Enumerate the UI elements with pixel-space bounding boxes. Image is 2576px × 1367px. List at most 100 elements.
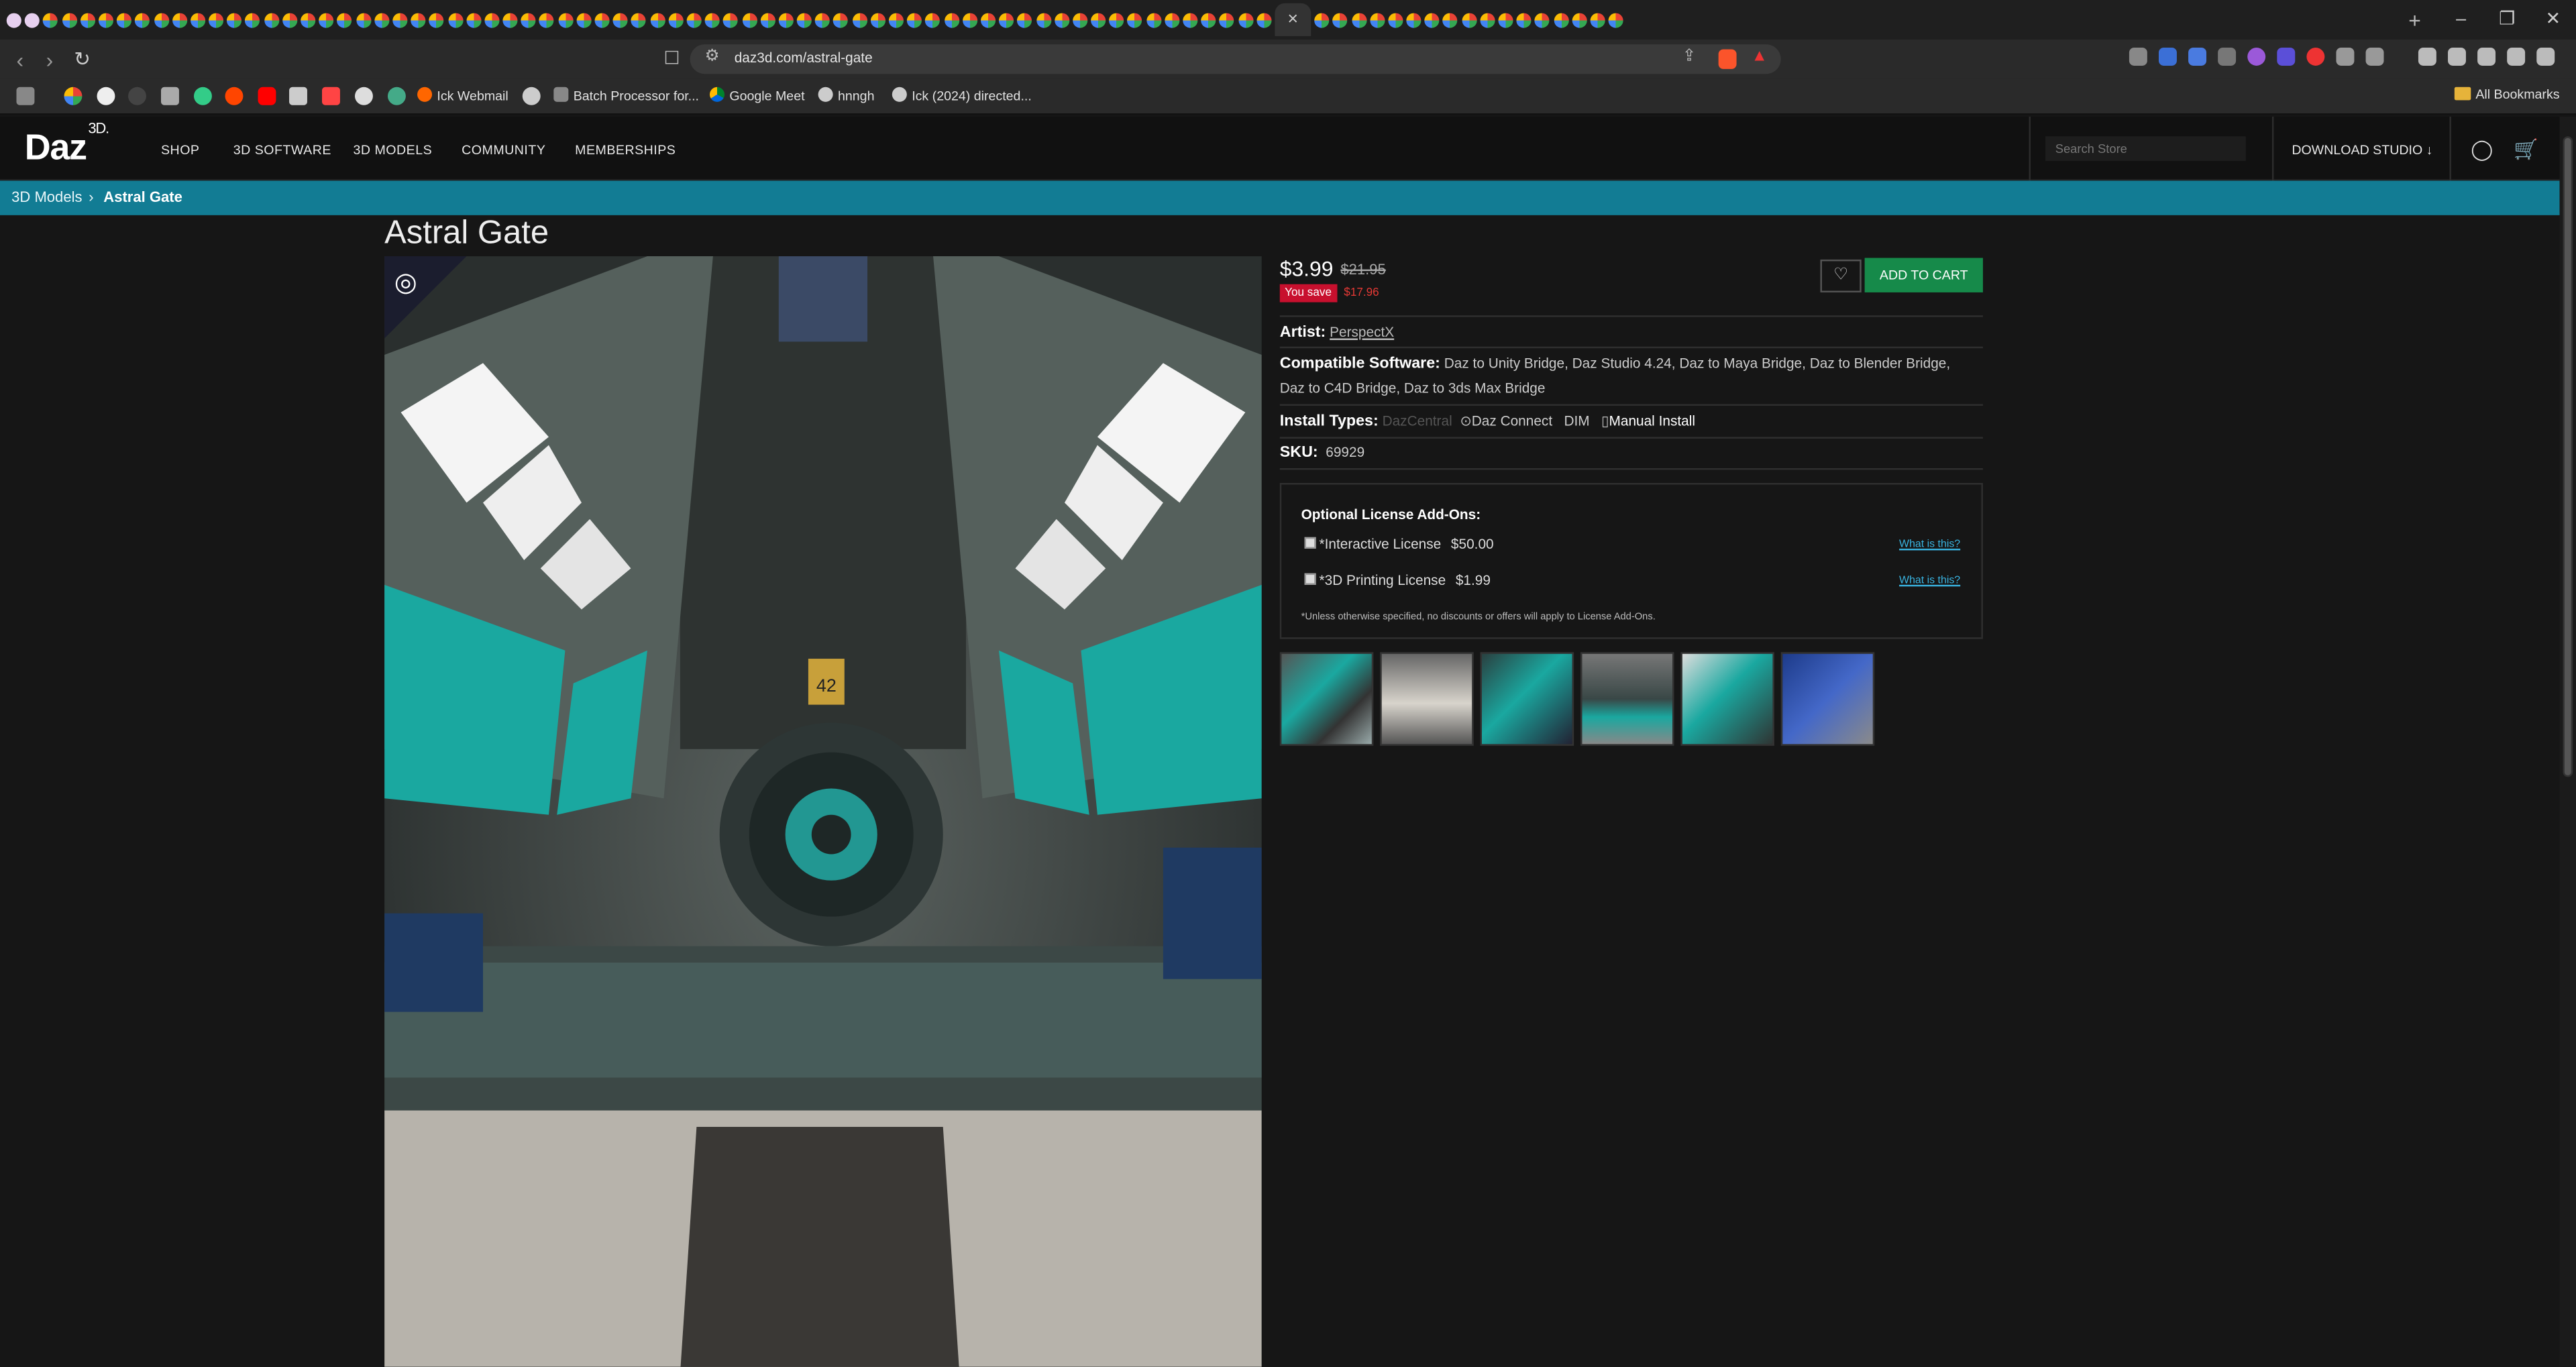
youtube-icon[interactable] (258, 87, 276, 105)
browser-tab[interactable] (1036, 12, 1051, 28)
leo-ai-icon[interactable] (2477, 48, 2496, 66)
browser-tab[interactable] (557, 12, 573, 28)
bookmark-item[interactable]: Ick Webmail (417, 87, 508, 103)
scrollbar-thumb[interactable] (2563, 136, 2573, 777)
browser-tab[interactable] (245, 12, 261, 28)
3d-printing-license-checkbox[interactable] (1304, 573, 1316, 585)
all-bookmarks[interactable]: All Bookmarks (2454, 87, 2560, 102)
browser-tab[interactable] (1091, 12, 1106, 28)
browser-tab[interactable] (852, 12, 867, 28)
browser-tab[interactable] (576, 12, 592, 28)
browser-tab[interactable] (962, 12, 977, 28)
bookmark-favicon[interactable] (161, 87, 179, 105)
browser-tab[interactable] (741, 12, 757, 28)
bookmark-favicon[interactable] (289, 87, 307, 105)
browser-tab[interactable] (227, 12, 242, 28)
browser-tab[interactable] (778, 12, 794, 28)
cart-icon[interactable]: 🛒 (2514, 138, 2538, 161)
browser-tab[interactable] (1128, 12, 1143, 28)
bookmark-item[interactable]: Batch Processor for... (553, 87, 699, 103)
reddit-icon[interactable] (225, 87, 244, 105)
address-bar[interactable]: ⚙ daz3d.com/astral-gate ⇪ ▲ (690, 44, 1781, 74)
browser-tab[interactable] (209, 12, 224, 28)
maximize-button[interactable]: ❐ (2484, 0, 2530, 40)
page-scrollbar[interactable] (2559, 116, 2576, 1367)
browser-tab[interactable] (319, 12, 334, 28)
browser-tab[interactable] (1351, 12, 1366, 28)
browser-tab[interactable] (1535, 12, 1550, 28)
browser-tab[interactable] (815, 12, 830, 28)
browser-tab[interactable] (466, 12, 481, 28)
extension-icon[interactable] (2365, 48, 2384, 66)
brave-shields-icon[interactable] (1718, 49, 1737, 69)
extension-icon[interactable] (2247, 48, 2266, 66)
bookmark-favicon[interactable] (322, 87, 340, 105)
browser-tab[interactable] (61, 12, 77, 28)
browser-tab[interactable] (649, 12, 665, 28)
browser-tab[interactable] (502, 12, 518, 28)
bookmark-favicon[interactable] (387, 87, 406, 105)
account-icon[interactable]: ◯ (2471, 138, 2493, 161)
add-to-cart-button[interactable]: ADD TO CART (1864, 258, 1983, 292)
browser-tab[interactable] (944, 12, 959, 28)
browser-tab[interactable] (631, 12, 647, 28)
nav-memberships[interactable]: MEMBERSHIPS (575, 143, 676, 158)
browser-tab[interactable] (411, 12, 426, 28)
browser-tab[interactable] (392, 12, 408, 28)
browser-tab[interactable] (1480, 12, 1495, 28)
browser-tab[interactable] (1424, 12, 1440, 28)
forward-icon[interactable]: › (46, 48, 54, 72)
browser-tab[interactable] (447, 12, 463, 28)
browser-tab[interactable] (98, 12, 113, 28)
download-studio-button[interactable]: DOWNLOAD STUDIO ↓ (2292, 143, 2432, 158)
browser-tab[interactable] (1461, 12, 1477, 28)
sidebar-icon[interactable] (2418, 48, 2436, 66)
browser-tab[interactable] (1332, 12, 1348, 28)
browser-tab[interactable] (760, 12, 775, 28)
vpn-icon[interactable] (2507, 48, 2526, 66)
nav-3d-software[interactable]: 3D SOFTWARE (233, 143, 331, 158)
browser-tab[interactable] (25, 12, 40, 28)
browser-tab[interactable] (1608, 12, 1623, 28)
google-icon[interactable] (64, 87, 83, 105)
browser-tab[interactable] (1443, 12, 1458, 28)
extension-icon[interactable] (2158, 48, 2177, 66)
browser-tab[interactable] (925, 12, 941, 28)
thumbnail[interactable] (1279, 652, 1374, 746)
browser-tab[interactable] (1072, 12, 1087, 28)
browser-tab[interactable] (337, 12, 353, 28)
browser-tab[interactable] (135, 12, 150, 28)
browser-tab[interactable] (1369, 12, 1385, 28)
browser-tab[interactable] (1238, 12, 1253, 28)
bookmark-favicon[interactable] (354, 87, 373, 105)
reload-icon[interactable]: ↻ (74, 48, 91, 70)
browser-tab[interactable] (1516, 12, 1532, 28)
browser-tab[interactable] (1146, 12, 1161, 28)
browser-tab[interactable] (1220, 12, 1235, 28)
browser-tab[interactable] (374, 12, 389, 28)
browser-tab[interactable] (301, 12, 316, 28)
browser-tab[interactable] (796, 12, 812, 28)
site-info-icon[interactable]: ⚙ (705, 48, 720, 66)
interactive-license-checkbox[interactable] (1304, 537, 1316, 549)
browser-tab[interactable] (484, 12, 500, 28)
browser-tab[interactable] (190, 12, 205, 28)
nav-shop[interactable]: SHOP (161, 143, 200, 158)
new-tab-button[interactable]: + (2408, 7, 2421, 32)
apps-grid-icon[interactable] (16, 87, 35, 105)
extension-icon[interactable] (2306, 48, 2325, 66)
browser-tab[interactable] (612, 12, 628, 28)
bookmark-item[interactable]: Google Meet (709, 87, 805, 103)
browser-tab[interactable] (80, 12, 95, 28)
browser-tab[interactable] (723, 12, 739, 28)
browser-tab[interactable] (1183, 12, 1198, 28)
browser-tab[interactable] (356, 12, 371, 28)
thumbnail[interactable] (1380, 652, 1474, 746)
browser-tab[interactable] (1388, 12, 1403, 28)
daz-logo[interactable]: Daz 3D. (25, 119, 109, 170)
browser-tab[interactable] (1256, 12, 1271, 28)
browser-tab[interactable] (429, 12, 444, 28)
search-input[interactable]: Search Store (2045, 136, 2246, 162)
browser-tab[interactable] (539, 12, 555, 28)
browser-tab[interactable] (43, 12, 58, 28)
